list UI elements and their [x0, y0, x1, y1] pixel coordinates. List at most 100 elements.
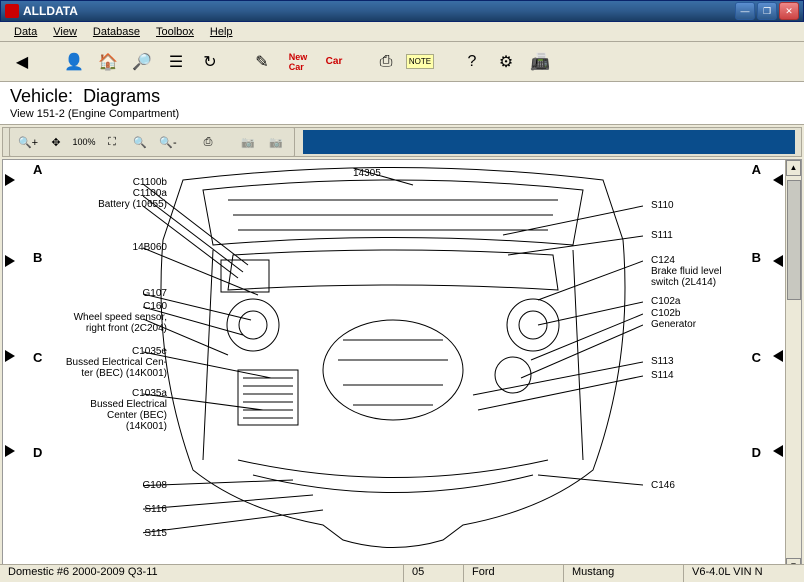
- search-button[interactable]: 🔎: [128, 48, 156, 76]
- refresh-button[interactable]: ↻: [196, 48, 224, 76]
- menu-help[interactable]: Help: [202, 24, 241, 40]
- diagram-toolbar: 🔍+ ✥ 100% ⛶ 🔍 🔍- ⎙ 📷 📷: [2, 127, 802, 157]
- status-make: Ford: [464, 565, 564, 582]
- pan-icon: ✥: [51, 136, 60, 149]
- page-title: Vehicle: Diagrams: [10, 86, 794, 107]
- camera2-button[interactable]: 📷: [264, 130, 288, 154]
- main-toolbar: ◀ 👤 🏠 🔎 ☰ ↻ ✎ NewCar Car ⎙ NOTE ? ⚙ 📠: [0, 42, 804, 82]
- grid-tri-icon: [5, 174, 15, 186]
- profile-button[interactable]: 👤: [60, 48, 88, 76]
- zoom-in-icon: 🔍+: [18, 136, 38, 149]
- list-button[interactable]: ☰: [162, 48, 190, 76]
- grid-row-c-r: C: [752, 350, 761, 365]
- diagram-print-button[interactable]: ⎙: [196, 130, 220, 154]
- grid-tri-icon: [5, 350, 15, 362]
- status-year: 05: [404, 565, 464, 582]
- diagram-label: S113: [651, 356, 674, 367]
- zoom-tool-button[interactable]: 🔍: [128, 130, 152, 154]
- profile-icon: 👤: [64, 52, 84, 72]
- grid-row-b: B: [33, 250, 42, 265]
- grid-row-c: C: [33, 350, 42, 365]
- gear-icon: ⚙: [499, 52, 513, 72]
- camera-icon: 📷: [241, 136, 255, 149]
- grid-tri-icon: [5, 445, 15, 457]
- pencil-icon: ✎: [255, 52, 268, 72]
- zoom-100-icon: 100%: [72, 137, 95, 147]
- refresh-icon: ↻: [203, 52, 216, 72]
- diagram-label: S111: [651, 230, 673, 241]
- maximize-button[interactable]: ❐: [757, 2, 777, 20]
- home-icon: 🏠: [98, 52, 118, 72]
- window-title: ALLDATA: [23, 4, 735, 18]
- menu-toolbox[interactable]: Toolbox: [148, 24, 202, 40]
- grid-row-d-r: D: [752, 445, 761, 460]
- grid-row-d: D: [33, 445, 42, 460]
- diagram-area[interactable]: A B C D A B C D C1100bC1100aBattery (106…: [2, 159, 802, 575]
- fax-button[interactable]: 📠: [526, 48, 554, 76]
- grid-tri-icon: [5, 255, 15, 267]
- diagram-content[interactable]: A B C D A B C D C1100bC1100aBattery (106…: [3, 160, 785, 574]
- diagram-label: S114: [651, 370, 674, 381]
- note-icon: NOTE: [406, 54, 434, 69]
- minimize-button[interactable]: —: [735, 2, 755, 20]
- diagram-toolbar-accent: [303, 130, 795, 154]
- scroll-up-button[interactable]: ▲: [786, 160, 801, 176]
- page-subtitle: View 151-2 (Engine Compartment): [10, 108, 794, 120]
- zoom-out-icon: 🔍-: [159, 136, 176, 149]
- list-icon: ☰: [169, 52, 183, 72]
- statusbar: Domestic #6 2000-2009 Q3-11 05 Ford Must…: [0, 564, 804, 582]
- fit-button[interactable]: ⛶: [100, 130, 124, 154]
- fax-icon: 📠: [530, 52, 550, 72]
- diagram-print-icon: ⎙: [204, 136, 213, 149]
- back-icon: ◀: [16, 52, 28, 72]
- new-car-icon: NewCar: [289, 52, 308, 72]
- menu-view[interactable]: View: [45, 24, 85, 40]
- zoom-in-button[interactable]: 🔍+: [16, 130, 40, 154]
- zoom-tool-icon: 🔍: [133, 136, 147, 149]
- print-icon: ⎙: [380, 53, 393, 71]
- close-button[interactable]: ✕: [779, 2, 799, 20]
- back-button[interactable]: ◀: [8, 48, 36, 76]
- status-engine: V6-4.0L VIN N: [684, 565, 804, 582]
- diagram-label: C146: [651, 480, 675, 491]
- status-dataset: Domestic #6 2000-2009 Q3-11: [0, 565, 404, 582]
- fit-icon: ⛶: [108, 136, 116, 149]
- grid-row-a-r: A: [752, 162, 761, 177]
- content-header: Vehicle: Diagrams View 151-2 (Engine Com…: [0, 82, 804, 125]
- edit-button[interactable]: ✎: [248, 48, 276, 76]
- app-icon: [5, 4, 19, 18]
- titlebar: ALLDATA — ❐ ✕: [0, 0, 804, 22]
- diagram-label: Generator: [651, 319, 696, 330]
- car-icon: Car: [326, 56, 343, 67]
- help-icon: ?: [468, 53, 477, 71]
- print-button[interactable]: ⎙: [372, 48, 400, 76]
- zoom-out-button[interactable]: 🔍-: [156, 130, 180, 154]
- grid-row-b-r: B: [752, 250, 761, 265]
- settings-button[interactable]: ⚙: [492, 48, 520, 76]
- grid-tri-icon: [773, 174, 783, 186]
- diagram-label: S110: [651, 200, 674, 211]
- zoom-100-button[interactable]: 100%: [72, 130, 96, 154]
- home-button[interactable]: 🏠: [94, 48, 122, 76]
- menubar: Data View Database Toolbox Help: [0, 22, 804, 42]
- status-model: Mustang: [564, 565, 684, 582]
- camera-icon: 📷: [269, 136, 283, 149]
- grid-tri-icon: [773, 255, 783, 267]
- diagram-label: C102b: [651, 308, 680, 319]
- vertical-scrollbar[interactable]: ▲ ▼: [785, 160, 801, 574]
- new-car-button[interactable]: NewCar: [282, 48, 314, 76]
- diagram-label: C124: [651, 255, 675, 266]
- grid-tri-icon: [773, 350, 783, 362]
- menu-data[interactable]: Data: [6, 24, 45, 40]
- help-button[interactable]: ?: [458, 48, 486, 76]
- camera1-button[interactable]: 📷: [236, 130, 260, 154]
- car-button[interactable]: Car: [320, 48, 348, 76]
- engine-diagram: [143, 160, 643, 570]
- search-icon: 🔎: [132, 52, 152, 72]
- note-button[interactable]: NOTE: [406, 48, 434, 76]
- pan-button[interactable]: ✥: [44, 130, 68, 154]
- grid-row-a: A: [33, 162, 42, 177]
- menu-database[interactable]: Database: [85, 24, 148, 40]
- diagram-label: C102a: [651, 296, 680, 307]
- scroll-thumb[interactable]: [787, 180, 801, 300]
